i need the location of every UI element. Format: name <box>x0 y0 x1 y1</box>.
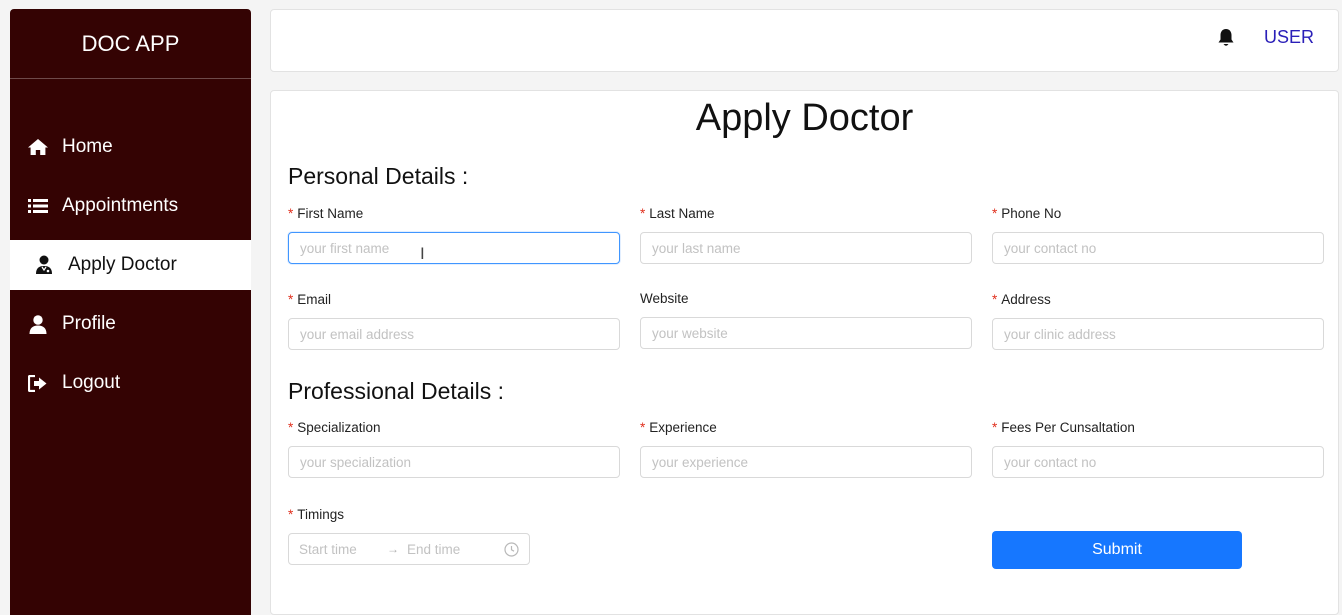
sidebar-item-apply-doctor[interactable]: Apply Doctor <box>10 240 251 290</box>
personal-details-title: Personal Details : <box>288 163 469 189</box>
apply-doctor-form: Apply Doctor Personal Details : * First N… <box>270 90 1339 615</box>
sidebar-item-logout[interactable]: Logout <box>10 358 251 408</box>
website-label: Website <box>640 291 689 306</box>
clock-icon <box>504 541 519 557</box>
website-input[interactable] <box>640 317 972 349</box>
sidebar: DOC APP Home Appointments Apply Doctor P… <box>10 9 251 615</box>
address-field: * Address <box>992 290 1324 350</box>
submit-button[interactable]: Submit <box>992 531 1242 569</box>
user-link[interactable]: USER <box>1264 27 1314 48</box>
fees-input[interactable] <box>992 446 1324 478</box>
phone-input[interactable] <box>992 232 1324 264</box>
last-name-label: * Last Name <box>640 206 715 221</box>
sidebar-item-label: Appointments <box>62 195 179 216</box>
first-name-input[interactable] <box>288 232 620 264</box>
phone-field: * Phone No <box>992 204 1324 264</box>
website-field: Website <box>640 289 972 349</box>
sidebar-item-label: Logout <box>62 372 121 393</box>
required-mark: * <box>288 292 294 307</box>
fees-label: * Fees Per Cunsaltation <box>992 420 1135 435</box>
required-mark: * <box>992 206 998 221</box>
app-logo: DOC APP <box>10 9 251 79</box>
list-icon <box>26 196 50 216</box>
timings-label: * Timings <box>288 507 345 522</box>
sidebar-item-appointments[interactable]: Appointments <box>10 181 251 231</box>
required-mark: * <box>992 420 998 435</box>
sidebar-item-home[interactable]: Home <box>10 122 251 172</box>
required-mark: * <box>288 206 294 221</box>
start-time-input[interactable]: Start time <box>299 542 387 557</box>
experience-label: * Experience <box>640 420 717 435</box>
required-mark: * <box>640 420 646 435</box>
sidebar-item-profile[interactable]: Profile <box>10 299 251 349</box>
address-label: * Address <box>992 292 1051 307</box>
specialization-field: * Specialization <box>288 418 620 478</box>
required-mark: * <box>288 420 294 435</box>
home-icon <box>26 137 50 157</box>
fees-field: * Fees Per Cunsaltation <box>992 418 1324 478</box>
experience-input[interactable] <box>640 446 972 478</box>
first-name-field: *First Name I <box>288 204 620 264</box>
last-name-field: * Last Name <box>640 204 972 264</box>
first-name-label: * First Name <box>288 206 364 221</box>
top-header: USER <box>270 9 1339 72</box>
last-name-input[interactable] <box>640 232 972 264</box>
user-icon <box>26 314 50 334</box>
required-mark: * <box>992 292 998 307</box>
required-mark: * <box>288 507 294 522</box>
sidebar-item-label: Home <box>62 136 113 157</box>
specialization-input[interactable] <box>288 446 620 478</box>
specialization-label: * Specialization <box>288 420 381 435</box>
end-time-input[interactable]: End time <box>407 542 497 557</box>
professional-details-title: Professional Details : <box>288 378 505 404</box>
bell-icon[interactable] <box>1217 28 1235 53</box>
required-mark: * <box>640 206 646 221</box>
sidebar-item-label: Apply Doctor <box>68 254 177 275</box>
doctor-icon <box>32 255 56 275</box>
email-field: * Email <box>288 290 620 350</box>
email-label: * Email <box>288 292 332 307</box>
logout-icon <box>26 373 50 393</box>
sidebar-item-label: Profile <box>62 313 116 334</box>
address-input[interactable] <box>992 318 1324 350</box>
timings-range-picker[interactable]: Start time → End time <box>288 533 530 565</box>
range-separator-icon: → <box>387 542 399 556</box>
timings-field: * Timings Start time → End time <box>288 505 530 565</box>
email-input[interactable] <box>288 318 620 350</box>
sidebar-menu: Home Appointments Apply Doctor Profile L… <box>10 122 251 408</box>
phone-label: * Phone No <box>992 206 1062 221</box>
page-title: Apply Doctor <box>695 97 914 139</box>
experience-field: * Experience <box>640 418 972 478</box>
